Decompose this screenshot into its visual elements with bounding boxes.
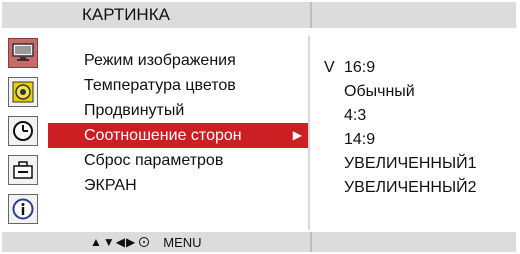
header-bar: КАРТИНКА xyxy=(2,2,516,28)
option-zoom2[interactable]: УВЕЛИЧЕННЫЙ2 xyxy=(310,176,477,200)
footer-right xyxy=(312,232,516,252)
menu-item-reset[interactable]: Сброс параметров xyxy=(48,148,308,173)
option-16-9[interactable]: V 16:9 xyxy=(310,56,477,80)
footer-bar: ▲ ▼ ◀ ▶ MENU xyxy=(2,232,516,252)
menu-item-label: Соотношение сторон xyxy=(84,127,242,144)
header-left: КАРТИНКА xyxy=(2,2,310,28)
option-label: Обычный xyxy=(344,83,415,100)
submenu-arrow-icon: ▶ xyxy=(292,128,302,142)
option-zoom1[interactable]: УВЕЛИЧЕННЫЙ1 xyxy=(310,152,477,176)
menu-item-aspect-ratio[interactable]: Соотношение сторон ▶ xyxy=(48,123,308,148)
menu-item-label: Сброс параметров xyxy=(84,152,224,169)
option-normal[interactable]: Обычный xyxy=(310,80,477,104)
menu-item-label: Температура цветов xyxy=(84,77,236,94)
option-label: УВЕЛИЧЕННЫЙ2 xyxy=(344,179,477,196)
up-arrow-icon: ▲ xyxy=(90,235,102,249)
down-arrow-icon: ▼ xyxy=(102,235,115,249)
check-mark-icon: V xyxy=(324,59,335,76)
info-icon[interactable] xyxy=(8,194,38,224)
speaker-icon[interactable] xyxy=(8,77,38,107)
option-label: 4:3 xyxy=(344,107,367,124)
menu-item-picture-mode[interactable]: Режим изображения xyxy=(48,48,308,73)
menu-item-advanced[interactable]: Продвинутый xyxy=(48,98,308,123)
option-label: 14:9 xyxy=(344,131,376,148)
options-list: V 16:9 Обычный 4:3 14:9 УВЕЛИЧЕННЫЙ1 УВЕ… xyxy=(310,56,477,200)
left-arrow-icon: ◀ xyxy=(115,235,126,249)
menu-item-color-temperature[interactable]: Температура цветов xyxy=(48,73,308,98)
navigation-hint: ▲ ▼ ◀ ▶ MENU xyxy=(90,235,202,250)
menu-item-label: ЭКРАН xyxy=(84,177,137,194)
toolbox-icon[interactable] xyxy=(8,155,38,185)
header-right xyxy=(312,2,516,28)
select-button-icon xyxy=(139,237,150,247)
option-label: 16:9 xyxy=(344,59,376,76)
menu-title: КАРТИНКА xyxy=(82,5,170,24)
menu-list: Режим изображения Температура цветов Про… xyxy=(48,48,308,198)
clock-icon[interactable] xyxy=(8,116,38,146)
right-arrow-icon: ▶ xyxy=(126,235,136,249)
option-label: УВЕЛИЧЕННЫЙ1 xyxy=(344,155,477,172)
monitor-icon[interactable] xyxy=(8,38,38,68)
menu-item-label: Режим изображения xyxy=(84,52,236,69)
category-icon-column xyxy=(2,36,42,230)
footer-left: ▲ ▼ ◀ ▶ MENU xyxy=(2,232,310,252)
option-4-3[interactable]: 4:3 xyxy=(310,104,477,128)
menu-panel: Режим изображения Температура цветов Про… xyxy=(48,36,308,230)
options-panel: V 16:9 Обычный 4:3 14:9 УВЕЛИЧЕННЫЙ1 УВЕ… xyxy=(310,36,516,230)
menu-item-label: Продвинутый xyxy=(84,102,185,119)
menu-key-label: MENU xyxy=(163,234,202,250)
osd-menu: КАРТИНКА Режим изображения Температура ц… xyxy=(0,0,520,254)
menu-item-screen[interactable]: ЭКРАН xyxy=(48,173,308,198)
option-14-9[interactable]: 14:9 xyxy=(310,128,477,152)
